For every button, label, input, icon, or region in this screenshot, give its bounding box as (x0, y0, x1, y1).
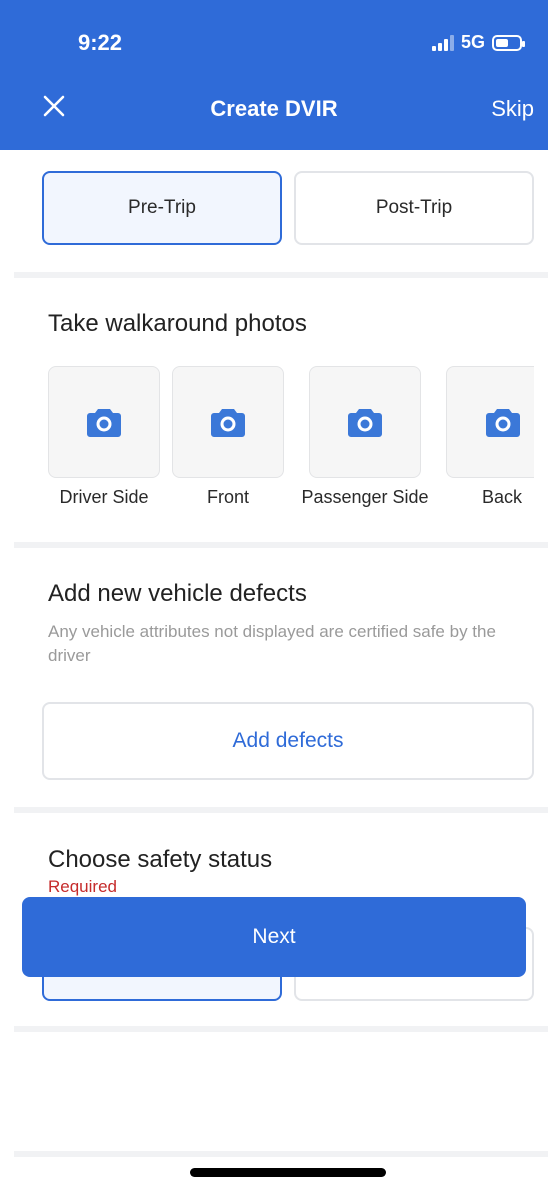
status-indicators: 5G (431, 32, 525, 53)
photos-section-title: Take walkaround photos (48, 310, 307, 337)
status-time: 9:22 (78, 30, 123, 55)
required-label: Required (48, 877, 117, 896)
section-divider (14, 807, 548, 813)
back-photo-button[interactable] (446, 366, 534, 478)
section-divider (14, 1026, 548, 1032)
camera-icon (211, 409, 245, 437)
camera-icon (87, 409, 121, 437)
defects-description: Any vehicle attributes not displayed are… (48, 622, 496, 665)
next-button[interactable]: Next (22, 897, 526, 977)
defects-section-title: Add new vehicle defects (48, 580, 307, 607)
dvir-form: Pre-Trip Post-Trip Take walkaround photo… (14, 150, 548, 1177)
photo-label-driver-side: Driver Side (59, 487, 149, 507)
section-divider (14, 1151, 548, 1157)
section-divider (14, 542, 548, 548)
driver-side-photo-button[interactable] (48, 366, 160, 478)
passenger-side-photo-button[interactable] (309, 366, 421, 478)
camera-icon (485, 409, 520, 437)
page-title: Create DVIR (210, 96, 338, 121)
close-icon[interactable] (40, 92, 68, 120)
network-label: 5G (460, 32, 485, 52)
home-indicator (190, 1168, 386, 1177)
photo-label-front: Front (206, 487, 249, 507)
front-photo-button[interactable] (172, 366, 284, 478)
camera-icon (348, 409, 382, 437)
post-trip-button[interactable]: Post-Trip (294, 171, 534, 245)
skip-button[interactable]: Skip (491, 96, 534, 122)
safety-section-title: Choose safety status (48, 846, 273, 873)
add-defects-button[interactable]: Add defects (42, 702, 534, 780)
app-header: 9:22 5G Create DVIR Skip (0, 0, 548, 150)
photo-label-passenger-side: Passenger Side (301, 487, 429, 507)
photo-label-back: Back (481, 487, 523, 507)
section-divider (14, 272, 548, 278)
signal-icon (431, 34, 454, 51)
pre-trip-button[interactable]: Pre-Trip (42, 171, 282, 245)
battery-icon (492, 34, 525, 51)
